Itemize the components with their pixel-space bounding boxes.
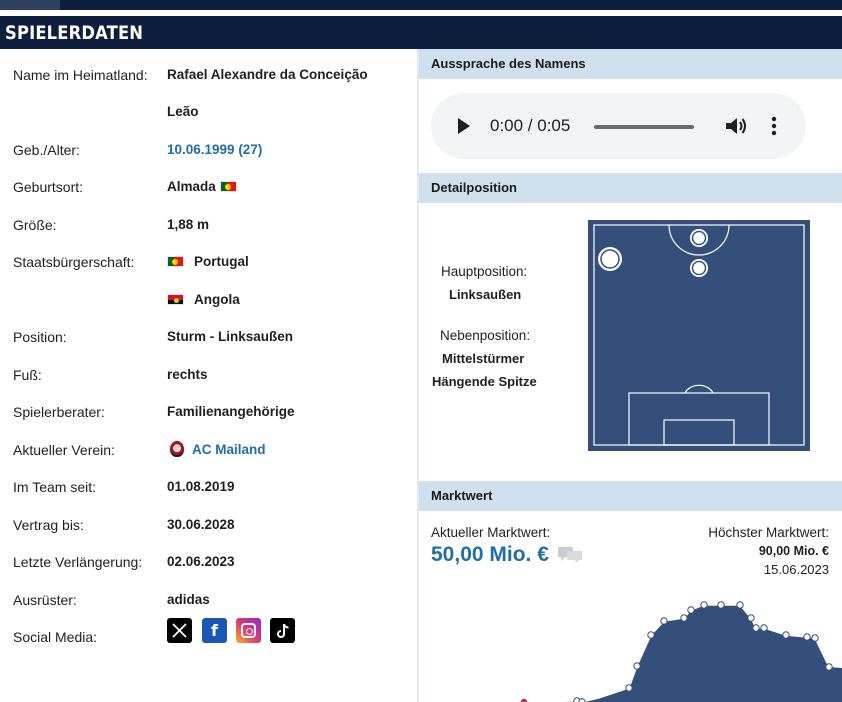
dob-label: Geb./Alter: [13,142,80,158]
highest-market-value-date: 15.06.2023 [763,562,829,577]
highest-market-value: 90,00 Mio. € [758,544,829,558]
position-label: Position: [13,329,67,345]
chart-point [747,614,755,622]
chart-point [680,614,688,622]
extension-label: Letzte Verlängerung: [13,554,143,570]
joined-value: 01.08.2019 [167,479,235,494]
more-options-icon[interactable] [765,115,783,137]
x-icon[interactable] [167,618,192,643]
citizenship-text-1: Portugal [194,254,249,269]
position-pitch [588,220,810,451]
secondary-position-label: Nebenposition: [440,328,531,343]
facebook-icon[interactable]: f [202,618,227,643]
chart-point [782,631,790,639]
current-market-value: 50,00 Mio. € [431,543,584,567]
chart-point [633,662,641,670]
pronunciation-title: Aussprache des Namens [431,56,586,71]
foot-label: Fuß: [13,367,42,383]
citizenship-value-2: Angola [167,291,240,309]
extension-value: 02.06.2023 [167,554,235,569]
main-position-marker [598,247,622,271]
outfitter-value: adidas [167,592,210,607]
native-name-value: Rafael Alexandre da Conceição [167,67,368,82]
section-header: SPIELERDATEN [0,16,842,49]
position-value: Sturm - Linksaußen [167,329,294,344]
audio-progress-slider[interactable] [594,125,694,129]
chart-point [760,624,768,632]
chart-point [647,631,655,639]
comments-icon[interactable] [557,545,584,563]
instagram-icon[interactable] [236,618,261,643]
top-nav-tab[interactable] [0,0,60,10]
chart-point [825,663,833,671]
citizenship-label: Staatsbürgerschaft: [13,254,135,270]
chart-point [625,684,633,692]
top-nav-bar [0,0,842,10]
tiktok-icon[interactable] [270,618,295,643]
secondary-position-marker-2 [690,259,708,277]
chart-point [803,633,811,641]
contract-value: 30.06.2028 [167,517,235,532]
chart-point [752,624,760,632]
portugal-flag-icon [167,256,184,267]
secondary-position-1: Mittelstürmer [442,351,525,366]
dob-link[interactable]: 10.06.1999 (27) [167,141,262,159]
citizenship-value-1: Portugal [167,253,249,271]
current-market-value-label: Aktueller Marktwert: [431,525,551,540]
chart-point [811,634,819,642]
height-value: 1,88 m [167,217,210,232]
volume-icon[interactable] [724,115,748,137]
chart-point [717,601,725,609]
market-value-chart [419,590,842,702]
club-link[interactable]: AC Mailand [170,441,266,459]
agent-value: Familienangehörige [167,404,295,419]
club-text: AC Mailand [192,442,266,457]
chart-point [736,601,744,609]
angola-flag-icon [167,294,184,305]
joined-label: Im Team seit: [13,479,96,495]
contract-label: Vertrag bis: [13,517,84,533]
main-position-label: Hauptposition: [441,264,528,279]
pronunciation-header: Aussprache des Namens [419,49,842,79]
chart-point [660,617,668,625]
section-title: SPIELERDATEN [5,22,144,44]
birthplace-text: Almada [167,179,216,194]
birthplace-value: Almada [167,178,237,196]
detail-position-header: Detailposition [419,173,842,203]
main-position-value: Linksaußen [449,287,522,302]
birthplace-label: Geburtsort: [13,179,84,195]
detail-position-title: Detailposition [431,180,517,195]
play-icon[interactable] [458,118,470,134]
secondary-position-marker-1 [690,229,708,247]
chart-point [687,606,695,614]
portugal-flag-icon [219,181,237,192]
height-label: Größe: [13,217,57,233]
secondary-position-2: Hängende Spitze [432,374,537,389]
club-label: Aktueller Verein: [13,442,115,458]
native-name-label: Name im Heimatland: [13,67,148,83]
chart-point [700,601,708,609]
market-value-header: Marktwert [419,481,842,511]
citizenship-text-2: Angola [194,292,240,307]
audio-time: 0:00 / 0:05 [490,116,571,135]
highest-market-value-label: Höchster Marktwert: [708,525,829,540]
native-name-value-line2: Leão [167,104,199,119]
social-label: Social Media: [13,629,98,645]
foot-value: rechts [167,367,208,382]
outfitter-label: Ausrüster: [13,592,77,608]
agent-label: Spielerberater: [13,404,105,420]
current-market-value-text: 50,00 Mio. € [431,543,549,566]
ac-milan-crest-icon [170,441,184,457]
audio-player: 0:00 / 0:05 [431,93,806,159]
market-value-title: Marktwert [431,488,493,503]
